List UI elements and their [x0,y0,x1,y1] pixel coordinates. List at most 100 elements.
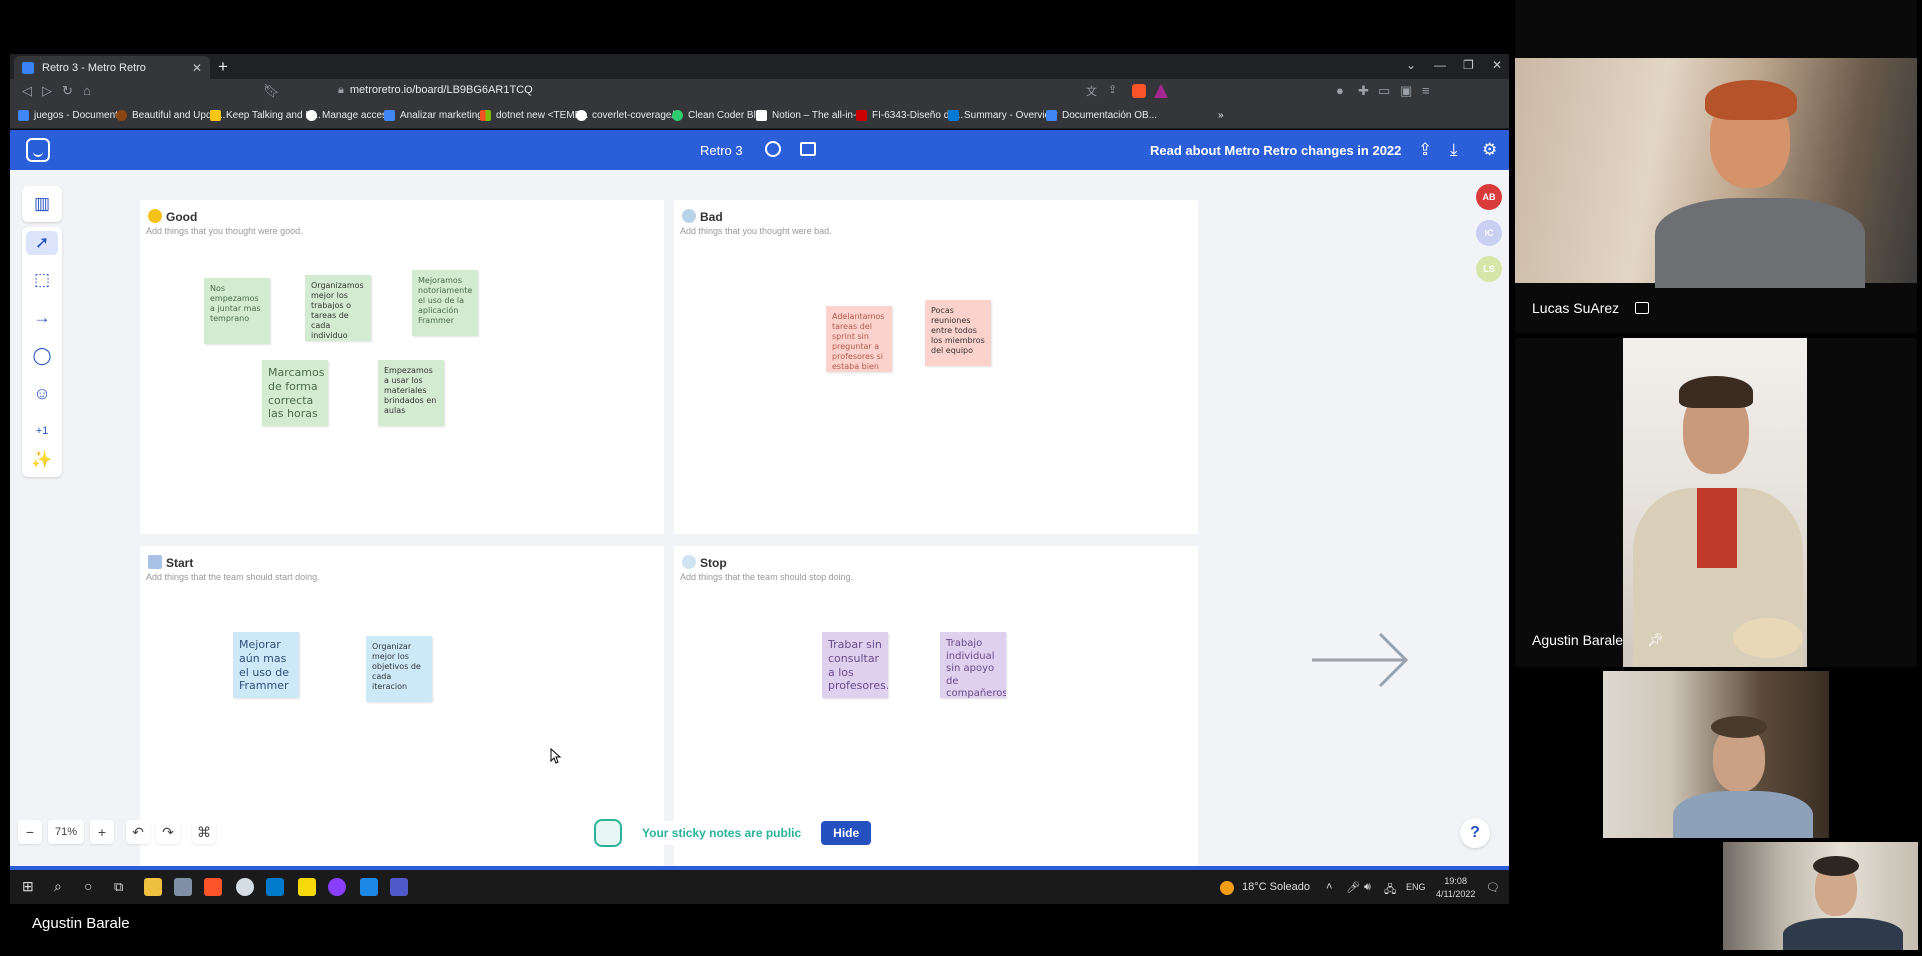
menu-icon[interactable]: ≡ [1422,83,1430,98]
participant-avatar[interactable]: LS [1476,256,1502,282]
sticky-note[interactable]: Pocas reuniones entre todos los miembros… [925,300,991,366]
bookmark-item[interactable]: Notion – The all-in-... [756,110,865,121]
board-settings-icon[interactable] [800,142,816,156]
sidebar-icon[interactable]: ▭ [1378,83,1390,99]
app-icon[interactable] [236,878,254,896]
bookmark-item[interactable]: Clean Coder Blog [672,110,767,121]
sticky-note[interactable]: Nos empezamos a juntar mas temprano [204,278,270,344]
zoom-level[interactable]: 71% [48,820,84,844]
emoji-icon[interactable]: ☺ [30,382,54,406]
arrow-right-icon[interactable] [1310,630,1410,690]
zoom-out-icon[interactable]: − [18,820,42,844]
windows-start-icon[interactable]: ⊞ [22,878,34,895]
search-icon[interactable]: ⌕ [54,878,62,895]
app-icon[interactable] [360,878,378,896]
timer-icon[interactable] [765,141,781,157]
sticky-note[interactable]: Empezamos a usar los materiales brindado… [378,360,444,426]
share-board-icon[interactable]: ⇪ [1418,140,1432,160]
app-icon[interactable] [174,878,192,896]
brave-shields-icon[interactable] [1132,84,1146,98]
brave-browser-icon[interactable] [204,878,222,896]
new-tab-icon[interactable]: + [218,57,228,77]
network-icon[interactable]: 🖧 [1384,881,1396,900]
sticky-note[interactable]: Organizamos mejor los trabajos o tareas … [305,275,371,341]
settings-gear-icon[interactable]: ⚙ [1482,140,1497,160]
bookmark-item[interactable]: juegos - Document... [18,110,126,121]
weather-status[interactable]: 18°C Soleado [1242,881,1310,893]
maximize-icon[interactable]: ❐ [1463,58,1474,72]
metro-retro-logo-icon[interactable] [26,138,50,162]
video-tile[interactable]: Agustin Barale 📌︎ [1515,338,1917,667]
volume-icon[interactable]: 🔊︎ [1364,881,1371,894]
sticky-note[interactable]: Trabar sin consultar a los profesores. [822,632,888,698]
select-pointer-icon[interactable]: ➚ [26,231,58,255]
participant-avatar[interactable]: IC [1476,220,1502,246]
tray-chevron-icon[interactable]: ˄ [1326,881,1332,893]
sticky-note[interactable]: Organizar mejor los objetivos de cada it… [366,636,432,702]
celebration-icon[interactable]: ✨ [30,448,54,472]
zoom-in-icon[interactable]: + [90,820,114,844]
window-close-icon[interactable]: ✕ [1492,58,1502,72]
back-icon[interactable]: ◁ [22,83,32,99]
download-icon[interactable]: ⤓ [1450,140,1458,160]
video-tile[interactable] [1603,671,1829,838]
sticky-note[interactable]: Marcamos de forma correcta las horas [262,360,328,426]
plus-one-vote-icon[interactable]: +1 [30,419,54,443]
language-indicator[interactable]: ENG [1406,882,1426,892]
translate-icon[interactable]: 文 [1086,83,1097,99]
undo-icon[interactable]: ↶ [126,820,150,844]
sticky-note[interactable]: Mejoramos notoriamente el uso de la apli… [412,270,478,336]
vscode-icon[interactable] [266,878,284,896]
video-tile[interactable] [1723,842,1918,950]
microphone-icon[interactable]: 🎤︎ [1346,881,1360,894]
extension-dot-icon[interactable]: ● [1336,83,1344,98]
keyboard-shortcuts-icon[interactable]: ⌘ [192,820,216,844]
section-stop[interactable]: Stop Add things that the team should sto… [674,546,1198,866]
bookmark-item[interactable]: Analizar marketing... [384,110,491,121]
bookmark-icon[interactable]: 🔖︎ [263,83,280,99]
system-clock[interactable]: 19:08 4/11/2022 [1436,875,1475,900]
announcement-link[interactable]: Read about Metro Retro changes in 2022 [1150,143,1401,158]
share-icon[interactable]: ⇪ [1108,83,1117,96]
sticky-note[interactable]: Adelantamos tareas del sprint sin pregun… [826,306,892,372]
wallet-icon[interactable]: ▣ [1400,83,1412,99]
url-field[interactable]: 🔒︎ metroretro.io/board/LB9BG6AR1TCQ [338,84,533,97]
bookmark-item[interactable]: Documentación OB... [1046,110,1157,121]
section-good[interactable]: Good Add things that you thought were go… [140,200,664,534]
bookmark-item[interactable]: coverlet-coverage/... [576,110,683,121]
minimize-icon[interactable]: — [1434,58,1446,72]
sticky-notes-icon[interactable] [298,878,316,896]
home-icon[interactable]: ⌂ [83,83,91,98]
participant-avatar[interactable]: AB [1476,184,1502,210]
help-button[interactable]: ? [1460,818,1490,848]
github-desktop-icon[interactable] [328,878,346,896]
bookmark-item[interactable]: Keep Talking and N... [210,110,321,121]
sticky-note[interactable]: Mejorar aún mas el uso de Frammer [233,632,299,698]
section-start[interactable]: Start Add things that the team should st… [140,546,664,866]
notifications-icon[interactable]: 🗨︎ [1486,881,1500,894]
tab-search-icon[interactable]: ⌄ [1406,58,1416,72]
extensions-icon[interactable]: ✚ [1358,83,1369,99]
section-bad[interactable]: Bad Add things that you thought were bad… [674,200,1198,534]
bookmark-item[interactable]: Summary - Overview [948,110,1057,121]
reload-icon[interactable]: ↻ [62,83,73,99]
layers-icon[interactable]: ▥ [30,192,54,216]
bookmark-item[interactable]: Manage access [306,110,392,121]
comment-icon[interactable]: ◯ [30,344,54,368]
tab-close-icon[interactable]: ✕ [192,61,202,75]
frame-select-icon[interactable]: ⬚ [30,268,54,292]
forward-icon[interactable]: ▷ [42,83,52,99]
more-bookmarks-icon[interactable]: » [1218,110,1224,121]
brave-rewards-icon[interactable] [1154,84,1168,98]
sticky-note[interactable]: Trabajo individual sin apoyo de compañer… [940,632,1006,698]
redo-icon[interactable]: ↷ [156,820,180,844]
file-explorer-icon[interactable] [144,878,162,896]
video-tile[interactable]: Lucas SuArez [1515,0,1917,333]
bookmark-item[interactable]: Beautiful and Upda... [116,110,225,121]
pin-icon[interactable]: 📌︎ [1647,632,1664,648]
teams-icon[interactable] [390,878,408,896]
arrow-tool-icon[interactable]: → [30,306,54,330]
board-name[interactable]: Retro 3 [700,143,743,158]
cortana-icon[interactable]: ○ [84,878,92,894]
bookmark-item[interactable]: dotnet new <TEMP... [480,110,588,121]
